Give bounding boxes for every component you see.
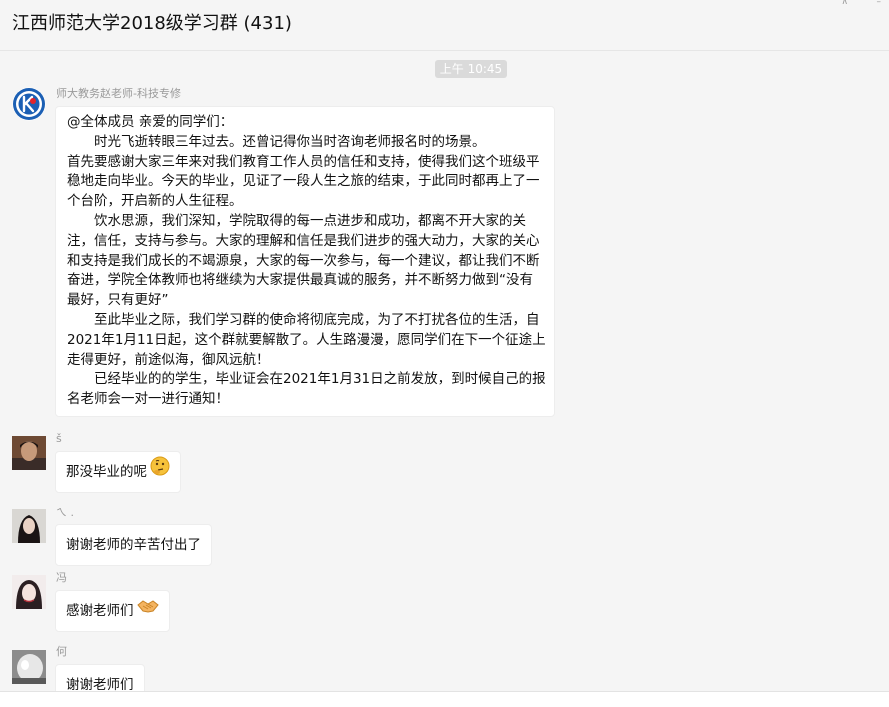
input-area[interactable]	[0, 691, 889, 707]
sender-name: 何	[56, 645, 67, 658]
message-bubble[interactable]: @全体成员 亲爱的同学们： 时光飞逝转眼三年过去。还曾记得你当时咨询老师报名时的…	[55, 106, 555, 417]
timestamp-badge: 上午 10:45	[435, 60, 507, 78]
message-paragraph: 至此毕业之际，我们学习群的使命将彻底完成，为了不打扰各位的生活，自2021年1月…	[67, 311, 546, 368]
sender-name: š	[56, 432, 62, 445]
message-bubble[interactable]: 感谢老师们	[55, 590, 170, 632]
user-photo-icon	[12, 575, 46, 609]
message-list[interactable]: 上午 10:45 师大教务赵老师-科技专修 @全体成员 亲爱的同学们： 时光飞逝…	[0, 51, 889, 704]
user-photo-icon	[12, 650, 46, 684]
pin-icon[interactable]: ⊼	[841, 0, 848, 7]
message-text: 感谢老师们	[66, 603, 134, 619]
window-controls: ⊼ –	[829, 0, 889, 8]
avatar[interactable]	[12, 650, 46, 684]
avatar[interactable]	[12, 509, 46, 543]
message-paragraph: 饮水思源，我们深知，学院取得的每一点进步和成功，都离不开大家的关注，信任，支持与…	[67, 212, 540, 309]
message-paragraph: 首先要感谢大家三年来对我们教育工作人员的信任和支持，使得我们这个班级平稳地走向毕…	[67, 153, 540, 210]
message-paragraph: @全体成员 亲爱的同学们：	[67, 114, 234, 130]
sender-name: ㄟ .	[56, 506, 74, 519]
sender-name: 冯	[56, 571, 67, 584]
chat-title: 江西师范大学2018级学习群 (431)	[12, 13, 292, 34]
thinking-face-icon	[150, 452, 170, 492]
user-photo-icon	[12, 436, 46, 470]
sender-name: 师大教务赵老师-科技专修	[56, 87, 181, 100]
message-text: 那没毕业的呢	[66, 464, 147, 480]
message-paragraph: 时光飞逝转眼三年过去。还曾记得你当时咨询老师报名时的场景。	[67, 133, 486, 150]
handshake-icon	[136, 591, 159, 631]
title-bar: 江西师范大学2018级学习群 (431) ⊼ –	[0, 0, 889, 51]
avatar[interactable]	[12, 575, 46, 609]
message-text: 谢谢老师的辛苦付出了	[66, 537, 201, 553]
minimize-icon[interactable]: –	[877, 0, 882, 7]
school-logo-icon	[12, 87, 46, 121]
message-bubble[interactable]: 谢谢老师的辛苦付出了	[55, 524, 212, 566]
message-paragraph: 已经毕业的的学生，毕业证会在2021年1月31日之前发放，到时候自己的报名老师会…	[67, 371, 546, 408]
user-photo-icon	[12, 509, 46, 543]
avatar[interactable]	[12, 87, 46, 121]
message-bubble[interactable]: 那没毕业的呢	[55, 451, 181, 493]
avatar[interactable]	[12, 436, 46, 470]
